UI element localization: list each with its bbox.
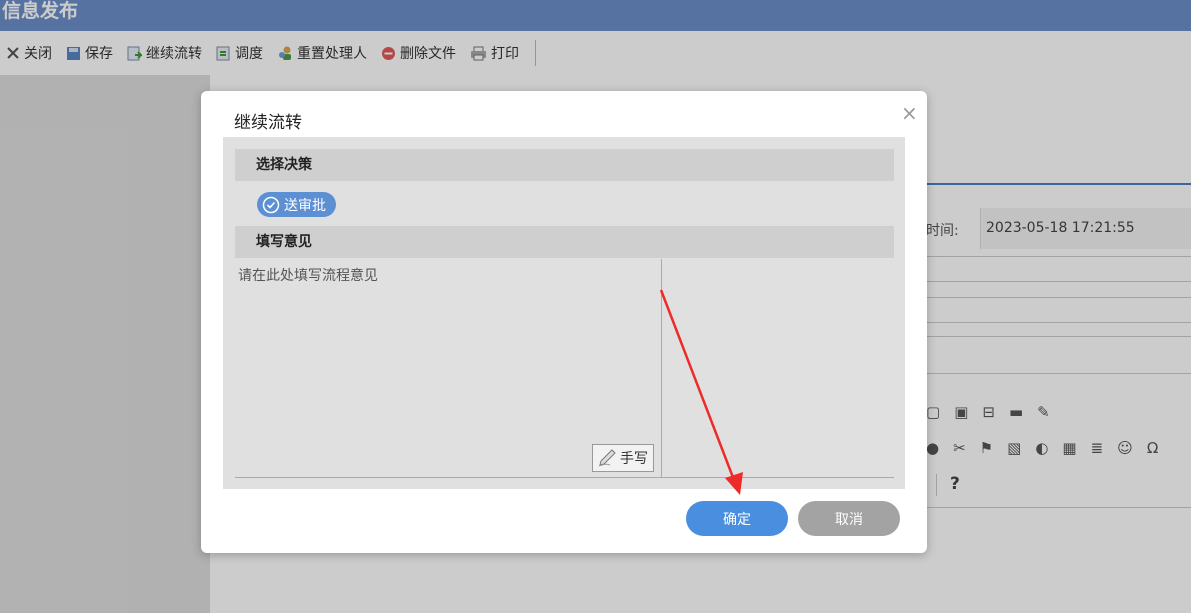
check-circle-icon [262, 196, 280, 213]
opinion-textarea[interactable]: 请在此处填写流程意见 手写 [235, 259, 662, 478]
signature-area [662, 259, 894, 478]
decision-option-send-approval[interactable]: 送审批 [257, 192, 336, 217]
opinion-section-header: 填写意见 [235, 226, 894, 258]
dialog-title: 继续流转 [234, 113, 302, 133]
opinion-placeholder: 请在此处填写流程意见 [238, 268, 378, 284]
decision-option-label: 送审批 [284, 197, 326, 214]
handwrite-button[interactable]: 手写 [592, 444, 654, 472]
dialog-body: 选择决策 送审批 填写意见 请在此处填写流程意见 手写 [223, 137, 905, 489]
cancel-button[interactable]: 取消 [798, 501, 900, 536]
decision-section-header: 选择决策 [235, 149, 894, 181]
pen-icon [598, 449, 616, 467]
confirm-button[interactable]: 确定 [686, 501, 788, 536]
handwrite-button-label: 手写 [620, 451, 648, 467]
dialog-close-icon[interactable]: × [901, 101, 918, 125]
forward-dialog: 继续流转 × 选择决策 送审批 填写意见 请在此处填写流程意见 手写 确定 取消 [201, 91, 927, 553]
